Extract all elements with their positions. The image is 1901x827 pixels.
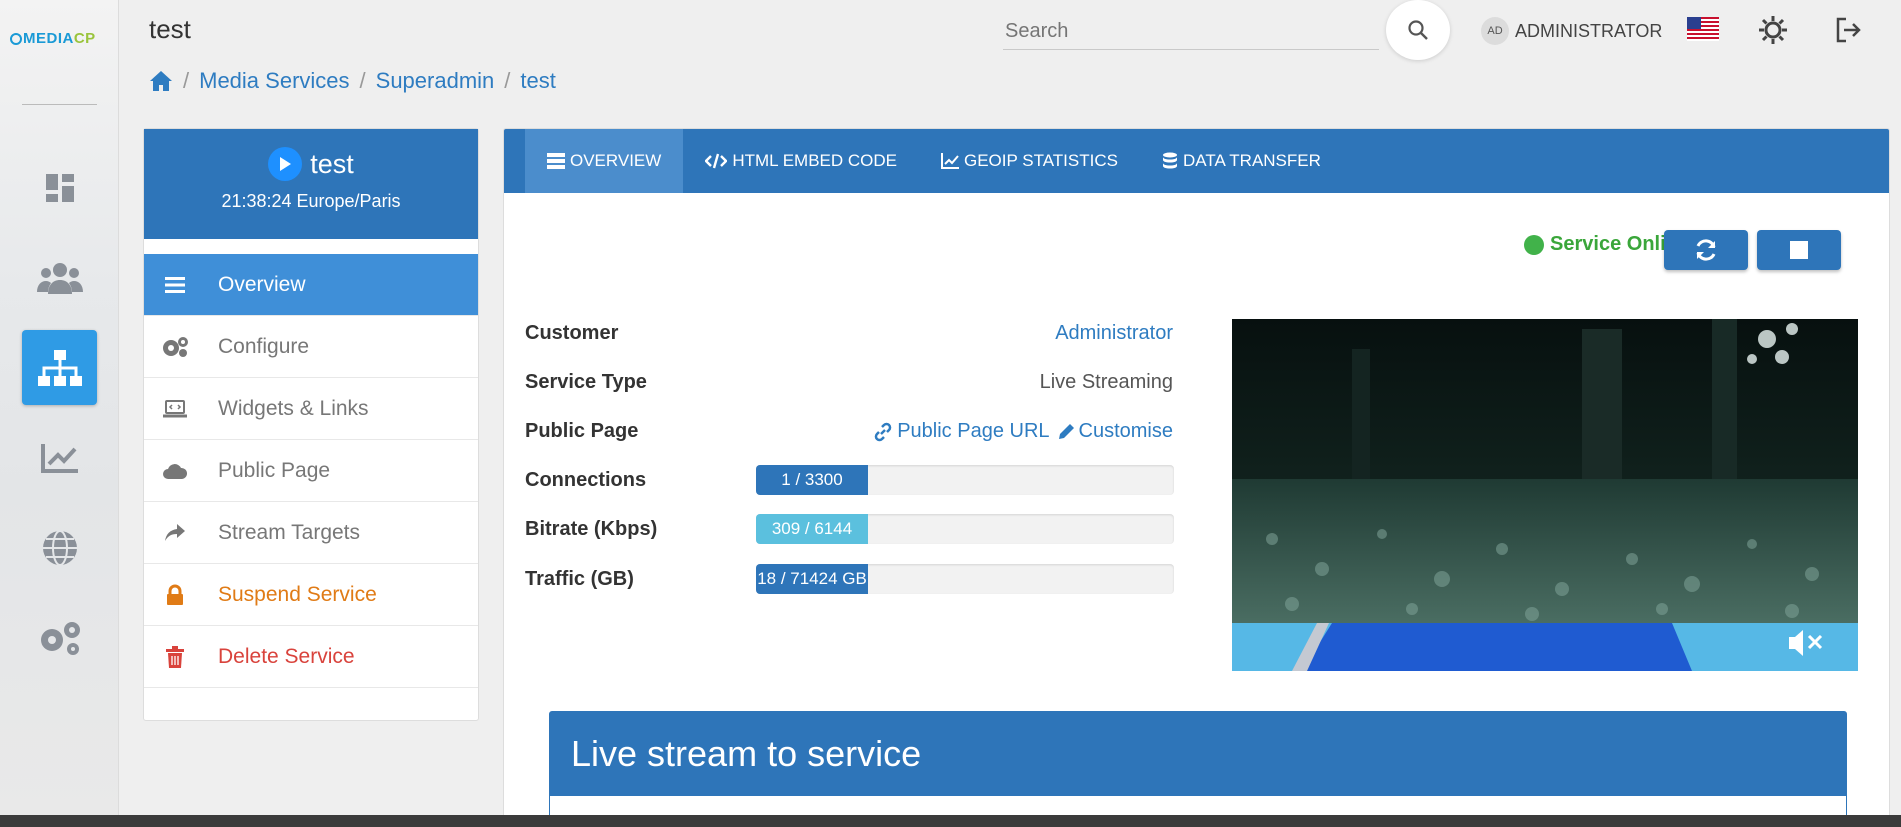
tab-data-transfer[interactable]: DATA TRANSFER [1140,129,1343,193]
menu-public-page[interactable]: Public Page [144,440,478,502]
search-input[interactable] [1003,14,1379,50]
customise-link[interactable]: Customise [1079,420,1173,443]
theme-toggle-icon[interactable] [1757,14,1789,46]
rail-divider [22,104,97,105]
menu-overview[interactable]: Overview [144,254,478,316]
pencil-icon [1058,423,1074,439]
customer-label: Customer [525,322,619,344]
page-title: test [149,14,191,44]
service-time: 21:38:24 Europe/Paris [221,191,401,211]
stop-button[interactable] [1757,230,1841,270]
gears-icon [144,336,206,358]
breadcrumb-current[interactable]: test [520,68,555,94]
tab-overview[interactable]: OVERVIEW [525,129,684,193]
restart-button[interactable] [1664,230,1748,270]
bitrate-label: Bitrate (Kbps) [525,518,658,540]
public-page-links: Public Page URL Customise [873,420,1173,443]
logo-circle-icon [10,32,22,45]
search-button[interactable] [1386,0,1450,60]
share-arrow-icon [144,523,206,543]
rail-dashboard-icon[interactable] [22,150,97,225]
user-name: ADMINISTRATOR [1515,20,1663,41]
laptop-code-icon [144,399,206,419]
app-rail: MEDIA CP [0,0,119,815]
live-stream-section: Live stream to service [549,711,1847,826]
menu-stream-targets[interactable]: Stream Targets [144,502,478,564]
video-frame [1232,319,1858,671]
us-flag-icon[interactable] [1687,17,1719,41]
service-type-label: Service Type [525,371,647,393]
service-header: test 21:38:24 Europe/Paris [144,129,478,239]
trash-icon [144,645,206,668]
status-dot [1524,234,1545,255]
connections-fill: 1 / 3300 [756,465,868,495]
stop-icon [1790,241,1808,259]
bars-icon [144,276,206,294]
database-icon [1162,152,1177,169]
rail-users-icon[interactable] [22,240,97,315]
link-icon [874,422,892,441]
traffic-fill: 18 / 71424 GB [756,564,868,594]
breadcrumb: / Media Services / Superadmin / test [149,68,556,94]
lock-icon [144,584,206,606]
service-panel: test 21:38:24 Europe/Paris Overview Conf… [143,128,479,721]
home-icon[interactable] [149,70,173,92]
tab-bar: OVERVIEW HTML EMBED CODE GEOIP STATISTIC… [504,129,1889,193]
rail-globe-icon[interactable] [22,510,97,585]
public-page-label: Public Page [525,420,639,442]
os-taskbar [0,815,1901,827]
bitrate-fill: 309 / 6144 [756,514,868,544]
cloud-icon [144,462,206,480]
rail-services-sitemap-icon[interactable] [22,330,97,405]
search-icon [1408,20,1428,40]
logo-text-media: MEDIA [23,30,74,47]
avatar: AD [1481,17,1509,45]
logout-icon[interactable] [1832,14,1864,46]
main-panel: OVERVIEW HTML EMBED CODE GEOIP STATISTIC… [503,128,1890,827]
table-icon [547,153,565,169]
connections-bar: 1 / 3300 [756,465,1174,495]
service-type-value: Live Streaming [1039,371,1173,393]
menu-widgets-links[interactable]: Widgets & Links [144,378,478,440]
tab-geoip-statistics[interactable]: GEOIP STATISTICS [919,129,1140,193]
connections-label: Connections [525,469,647,491]
menu-configure[interactable]: Configure [144,316,478,378]
menu-delete-service[interactable]: Delete Service [144,626,478,688]
refresh-icon [1696,239,1716,261]
service-name: test [310,148,354,179]
rail-chart-icon[interactable] [22,420,97,495]
breadcrumb-media-services[interactable]: Media Services [199,68,349,94]
rail-settings-gears-icon[interactable] [22,600,97,675]
traffic-label: Traffic (GB) [525,568,634,590]
video-player[interactable] [1232,319,1858,671]
user-menu[interactable]: AD ADMINISTRATOR [1481,17,1662,45]
line-chart-icon [941,153,959,169]
bitrate-bar: 309 / 6144 [756,514,1174,544]
logo-text-cp: CP [73,30,96,47]
breadcrumb-superadmin[interactable]: Superadmin [376,68,495,94]
play-icon [268,147,303,181]
public-page-url-link[interactable]: Public Page URL [897,420,1049,443]
code-icon [705,153,728,169]
traffic-bar: 18 / 71424 GB [756,564,1174,594]
mediacp-logo[interactable]: MEDIA CP [10,30,96,47]
customer-link[interactable]: Administrator [1055,322,1173,345]
tab-html-embed-code[interactable]: HTML EMBED CODE [683,129,919,193]
menu-suspend-service[interactable]: Suspend Service [144,564,478,626]
live-stream-title: Live stream to service [550,712,1846,796]
service-menu: Overview Configure Widgets & Links Publi… [144,254,478,688]
